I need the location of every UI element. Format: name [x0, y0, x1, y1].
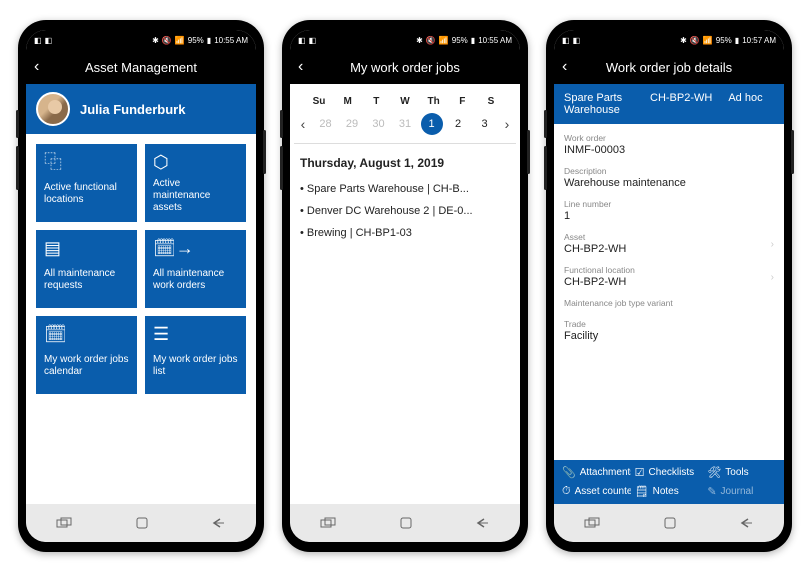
- battery-text: 95%: [188, 36, 204, 45]
- action-attachments[interactable]: 📎Attachments: [562, 466, 631, 479]
- clock: 10:57 AM: [742, 36, 776, 45]
- clock: 10:55 AM: [214, 36, 248, 45]
- tile-all-maintenance-requests[interactable]: ▤ All maintenance requests: [36, 230, 137, 308]
- recents-icon[interactable]: [56, 517, 74, 529]
- home-icon[interactable]: [663, 516, 677, 530]
- recents-icon[interactable]: [584, 517, 602, 529]
- asset-name: Spare Parts Warehouse: [564, 92, 634, 116]
- chevron-right-icon: ›: [771, 239, 774, 250]
- tools-icon: 🛠: [707, 466, 721, 479]
- calendar-strip: Su M T W Th F S ‹ 28 29 30 31 1 2 3: [290, 84, 520, 144]
- action-notes[interactable]: 🗒Notes: [635, 485, 704, 498]
- app-header: ‹ My work order jobs: [290, 50, 520, 84]
- status-bar: ◧◧ ✱🔇📶 95% ▮ 10:55 AM: [290, 30, 520, 50]
- counter-icon: ⏱: [562, 485, 571, 498]
- page-title: Work order job details: [564, 60, 774, 75]
- cal-day[interactable]: 30: [368, 113, 390, 135]
- tile-my-work-order-jobs-calendar[interactable]: 🗓 My work order jobs calendar: [36, 316, 137, 394]
- calendar-icon: 🗓: [44, 324, 129, 350]
- journal-icon: ✎: [707, 485, 716, 498]
- back-nav-icon[interactable]: [210, 517, 226, 529]
- phone-calendar: ◧◧ ✱🔇📶 95% ▮ 10:55 AM ‹ My work order jo…: [282, 20, 528, 552]
- user-row[interactable]: Julia Funderburk: [26, 84, 256, 134]
- home-icon[interactable]: [135, 516, 149, 530]
- location-icon: ⿻: [44, 152, 129, 178]
- field-job-type-variant: Maintenance job type variant: [564, 293, 774, 314]
- field-description: Description Warehouse maintenance: [564, 161, 774, 194]
- field-trade: Trade Facility: [564, 314, 774, 347]
- back-icon[interactable]: ‹: [298, 58, 303, 76]
- clock: 10:55 AM: [478, 36, 512, 45]
- calendar-arrow-icon: 🗓→: [153, 238, 238, 264]
- selected-date: Thursday, August 1, 2019: [290, 150, 520, 178]
- tile-my-work-order-jobs-list[interactable]: ☰ My work order jobs list: [145, 316, 246, 394]
- list-item[interactable]: • Brewing | CH-BP1-03: [300, 222, 510, 244]
- app-header: ‹ Asset Management: [26, 50, 256, 84]
- user-name: Julia Funderburk: [80, 102, 185, 117]
- steps-icon: ▤: [44, 238, 129, 264]
- status-bar: ◧◧ ✱🔇📶 95% ▮ 10:57 AM: [554, 30, 784, 50]
- page-title: My work order jobs: [300, 60, 510, 75]
- field-functional-location[interactable]: Functional location CH-BP2-WH ›: [564, 260, 774, 293]
- notes-icon: 🗒: [635, 485, 649, 498]
- next-week-icon[interactable]: ›: [500, 116, 514, 132]
- recents-icon[interactable]: [320, 517, 338, 529]
- cal-day[interactable]: 3: [474, 113, 496, 135]
- app-header: ‹ Work order job details: [554, 50, 784, 84]
- cal-day[interactable]: 28: [315, 113, 337, 135]
- action-journals[interactable]: ✎Journal: [707, 485, 776, 498]
- tile-active-functional-locations[interactable]: ⿻ Active functional locations: [36, 144, 137, 222]
- home-icon[interactable]: [399, 516, 413, 530]
- tile-all-maintenance-work-orders[interactable]: 🗓→ All maintenance work orders: [145, 230, 246, 308]
- android-nav: [26, 504, 256, 542]
- cal-day[interactable]: 29: [341, 113, 363, 135]
- box-icon: ⬡: [153, 152, 238, 174]
- field-list: Work order INMF-00003 Description Wareho…: [554, 124, 784, 460]
- phone-details: ◧◧ ✱🔇📶 95% ▮ 10:57 AM ‹ Work order job d…: [546, 20, 792, 552]
- phone-asset-mgmt: ◧◧ ✱🔇📶 95% ▮ 10:55 AM ‹ Asset Management…: [18, 20, 264, 552]
- field-asset[interactable]: Asset CH-BP2-WH ›: [564, 227, 774, 260]
- job-list: • Spare Parts Warehouse | CH-B... • Denv…: [290, 178, 520, 244]
- tile-active-maintenance-assets[interactable]: ⬡ Active maintenance assets: [145, 144, 246, 222]
- cal-day[interactable]: 31: [394, 113, 416, 135]
- cal-day-selected[interactable]: 1: [421, 113, 443, 135]
- detail-header: Spare Parts Warehouse CH-BP2-WH Ad hoc: [554, 84, 784, 124]
- back-nav-icon[interactable]: [474, 517, 490, 529]
- list-icon: ☰: [153, 324, 238, 350]
- tile-grid: ⿻ Active functional locations ⬡ Active m…: [26, 134, 256, 404]
- list-item[interactable]: • Spare Parts Warehouse | CH-B...: [300, 178, 510, 200]
- avatar: [36, 92, 70, 126]
- back-nav-icon[interactable]: [738, 517, 754, 529]
- status-bar: ◧◧ ✱🔇📶 95% ▮ 10:55 AM: [26, 30, 256, 50]
- field-line-number: Line number 1: [564, 194, 774, 227]
- action-tools[interactable]: 🛠Tools: [707, 466, 776, 479]
- android-nav: [290, 504, 520, 542]
- job-type: Ad hoc: [728, 92, 762, 116]
- action-asset-counters[interactable]: ⏱Asset counters: [562, 485, 631, 498]
- list-item[interactable]: • Denver DC Warehouse 2 | DE-0...: [300, 200, 510, 222]
- asset-code: CH-BP2-WH: [650, 92, 712, 116]
- action-checklists[interactable]: ☑Checklists: [635, 466, 704, 479]
- back-icon[interactable]: ‹: [34, 58, 39, 76]
- field-work-order: Work order INMF-00003: [564, 128, 774, 161]
- paperclip-icon: 📎: [562, 466, 576, 479]
- back-icon[interactable]: ‹: [562, 58, 567, 76]
- page-title: Asset Management: [36, 60, 246, 75]
- checklist-icon: ☑: [635, 466, 645, 479]
- chevron-right-icon: ›: [771, 272, 774, 283]
- action-bar: 📎Attachments ☑Checklists 🛠Tools ⏱Asset c…: [554, 460, 784, 504]
- android-nav: [554, 504, 784, 542]
- cal-day[interactable]: 2: [447, 113, 469, 135]
- prev-week-icon[interactable]: ‹: [296, 116, 310, 132]
